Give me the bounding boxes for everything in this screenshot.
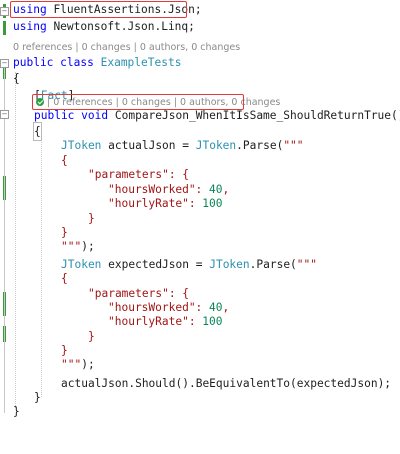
statement-end: ); <box>81 358 95 371</box>
keyword: class <box>60 56 94 69</box>
keyword: public <box>13 56 54 69</box>
keyword: public <box>34 109 75 122</box>
method-call: .Parse( <box>236 139 284 152</box>
string-delimiter: """ <box>283 139 304 152</box>
codelens-text[interactable]: 0 references | 0 changes | 0 authors, 0 … <box>13 41 240 55</box>
code-line: public void CompareJson_WhenItIsSame_Sho… <box>0 107 400 124</box>
brace: { <box>13 72 20 85</box>
statement-end: ); <box>81 240 95 253</box>
class-name: ExampleTests <box>100 56 182 69</box>
code-line: """); <box>0 238 400 255</box>
string-delimiter: """ <box>61 358 82 371</box>
highlight-box-using <box>10 1 187 18</box>
code-editor[interactable]: − − − using FluentAssertions.Json; using… <box>0 0 400 423</box>
code-line: { <box>0 70 400 87</box>
codelens[interactable]: 0 references | 0 changes | 0 authors, 0 … <box>0 41 400 55</box>
keyword: using <box>13 20 47 33</box>
keyword: void <box>81 109 109 122</box>
json-number: 100 <box>202 197 223 210</box>
code-line: } <box>0 403 400 420</box>
type-name: JToken <box>61 139 102 152</box>
namespace-name: Newtonsoft.Json.Linq; <box>53 20 195 33</box>
code-line: public class ExampleTests <box>0 54 400 71</box>
json-key: "hourlyRate": <box>108 315 203 328</box>
method-name: CompareJson_WhenItIsSame_ShouldReturnTru… <box>114 109 400 122</box>
code-line: using Newtonsoft.Json.Linq; <box>0 18 400 35</box>
variable-name: actualJson = <box>108 139 196 152</box>
code-line: """); <box>0 356 400 373</box>
type-name: JToken <box>195 139 237 152</box>
json-number: 100 <box>202 315 223 328</box>
brace: } <box>13 405 20 418</box>
string-delimiter: """ <box>61 240 82 253</box>
json-key: "hourlyRate": <box>108 197 203 210</box>
